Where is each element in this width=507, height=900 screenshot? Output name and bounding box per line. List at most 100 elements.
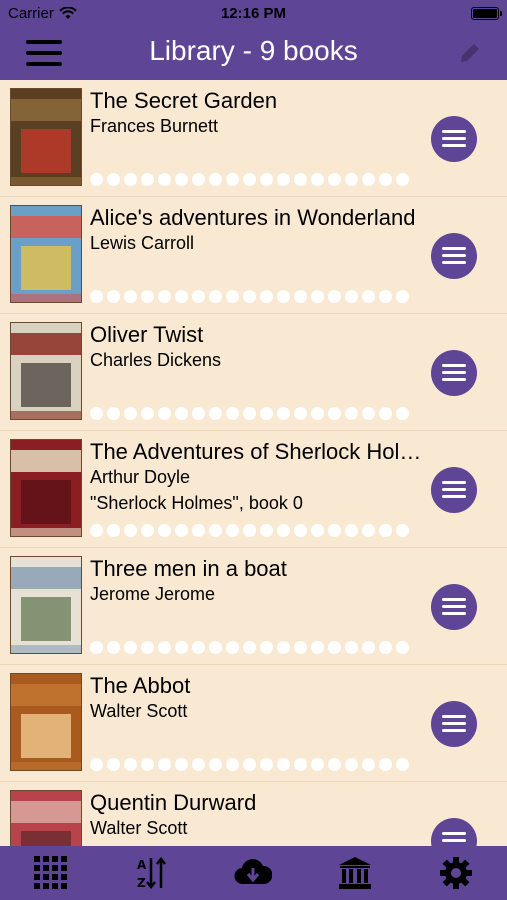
tab-cloud-download[interactable] — [231, 851, 275, 895]
progress-dot — [379, 290, 392, 303]
progress-dot — [124, 173, 137, 186]
progress-dot — [362, 407, 375, 420]
status-bar: Carrier 12:16 PM — [0, 0, 507, 28]
progress-dot — [90, 173, 103, 186]
progress-dot — [379, 524, 392, 537]
progress-dot — [277, 407, 290, 420]
book-row[interactable]: Three men in a boat Jerome Jerome — [0, 548, 507, 665]
svg-text:A: A — [137, 858, 147, 872]
book-cover-image — [10, 88, 82, 186]
reading-progress-dots — [90, 758, 409, 771]
book-author: Walter Scott — [90, 818, 188, 838]
progress-dot — [328, 407, 341, 420]
progress-dot — [175, 290, 188, 303]
progress-dot — [379, 758, 392, 771]
progress-dot — [192, 758, 205, 771]
progress-dot — [107, 758, 120, 771]
book-options-button[interactable] — [431, 233, 477, 279]
menu-line-icon — [442, 371, 466, 374]
progress-dot — [158, 641, 171, 654]
progress-dot — [192, 407, 205, 420]
book-options-button[interactable] — [431, 701, 477, 747]
progress-dot — [226, 173, 239, 186]
progress-dot — [311, 407, 324, 420]
progress-dot — [260, 290, 273, 303]
book-row[interactable]: The Abbot Walter Scott — [0, 665, 507, 782]
progress-dot — [294, 758, 307, 771]
book-cover-image — [10, 556, 82, 654]
progress-dot — [345, 641, 358, 654]
reading-progress-dots — [90, 407, 409, 420]
progress-dot — [124, 641, 137, 654]
menu-line-icon — [442, 729, 466, 732]
book-options-button[interactable] — [431, 467, 477, 513]
menu-line-icon — [442, 715, 466, 718]
book-row[interactable]: The Secret Garden Frances Burnett — [0, 80, 507, 197]
tab-grid[interactable] — [29, 851, 73, 895]
top-bar: Carrier 12:16 PM Library - 9 books — [0, 0, 507, 80]
progress-dot — [345, 290, 358, 303]
nav-bar: Library - 9 books — [0, 28, 507, 80]
progress-dot — [243, 758, 256, 771]
reading-progress-dots — [90, 290, 409, 303]
book-row[interactable]: Quentin Durward Walter Scott — [0, 782, 507, 846]
progress-dot — [158, 407, 171, 420]
progress-dot — [260, 641, 273, 654]
tab-library[interactable] — [333, 851, 377, 895]
tab-bar: A Z — [0, 846, 507, 900]
progress-dot — [141, 641, 154, 654]
menu-line-icon — [442, 605, 466, 608]
book-title: Alice's adventures in Wonderland — [90, 205, 416, 230]
progress-dot — [311, 524, 324, 537]
progress-dot — [90, 407, 103, 420]
menu-line-icon — [442, 378, 466, 381]
book-series: "Sherlock Holmes", book 0 — [90, 493, 303, 513]
progress-dot — [277, 524, 290, 537]
progress-dot — [175, 758, 188, 771]
progress-dot — [192, 641, 205, 654]
progress-dot — [90, 641, 103, 654]
book-cover-image — [10, 790, 82, 846]
edit-icon[interactable] — [457, 40, 483, 66]
menu-line-icon — [442, 481, 466, 484]
book-list: The Secret Garden Frances Burnett Alice's … — [0, 80, 507, 846]
progress-dot — [209, 758, 222, 771]
progress-dot — [124, 407, 137, 420]
menu-line-icon — [442, 598, 466, 601]
tab-sort[interactable]: A Z — [130, 851, 174, 895]
progress-dot — [260, 407, 273, 420]
progress-dot — [260, 524, 273, 537]
menu-line-icon — [442, 144, 466, 147]
menu-line-icon — [442, 137, 466, 140]
book-title: Oliver Twist — [90, 322, 204, 347]
book-row[interactable]: Alice's adventures in Wonderland Lewis Ca… — [0, 197, 507, 314]
menu-line-icon — [442, 495, 466, 498]
gear-icon — [440, 857, 473, 889]
battery-icon — [471, 7, 502, 20]
book-row[interactable]: Oliver Twist Charles Dickens — [0, 314, 507, 431]
menu-line-icon — [442, 722, 466, 725]
progress-dot — [209, 407, 222, 420]
progress-dot — [379, 407, 392, 420]
progress-dot — [260, 173, 273, 186]
menu-line-icon — [442, 832, 466, 835]
progress-dot — [328, 758, 341, 771]
book-author: Lewis Carroll — [90, 233, 195, 253]
progress-dot — [396, 758, 409, 771]
progress-dot — [226, 641, 239, 654]
progress-dot — [175, 407, 188, 420]
book-options-button[interactable] — [431, 584, 477, 630]
progress-dot — [328, 641, 341, 654]
book-row[interactable]: The Adventures of Sherlock Holmes Arthur … — [0, 431, 507, 548]
book-options-button[interactable] — [431, 116, 477, 162]
book-options-button[interactable] — [431, 350, 477, 396]
progress-dot — [294, 641, 307, 654]
progress-dot — [345, 758, 358, 771]
progress-dot — [209, 173, 222, 186]
tab-settings[interactable] — [434, 851, 478, 895]
book-options-button[interactable] — [431, 818, 477, 846]
progress-dot — [243, 290, 256, 303]
clock: 12:16 PM — [220, 5, 287, 22]
grid-icon — [33, 856, 67, 889]
svg-text:Z: Z — [137, 876, 146, 890]
